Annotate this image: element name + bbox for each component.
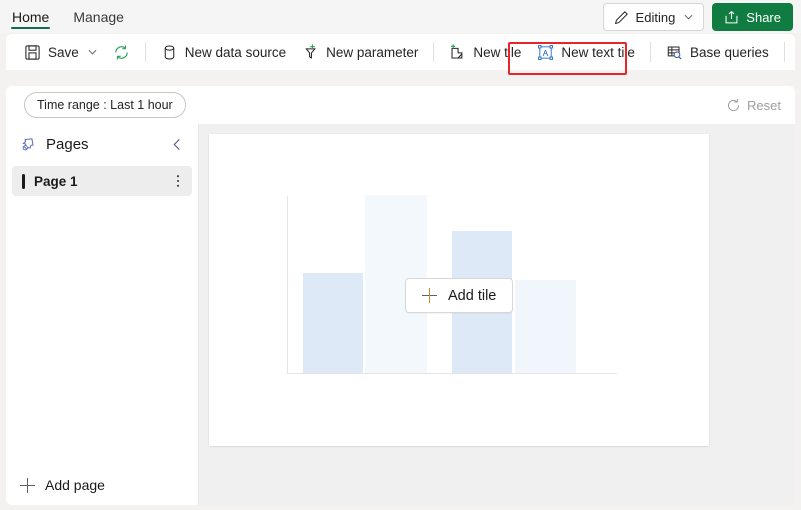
save-label: Save — [48, 44, 79, 60]
pages-header: Pages — [6, 124, 198, 164]
pages-title-wrap: Pages — [20, 136, 89, 153]
tab-home-label: Home — [12, 8, 50, 25]
save-icon — [24, 44, 41, 61]
svg-text:A: A — [543, 47, 549, 57]
text-tile-icon: A — [537, 44, 554, 61]
new-tile-icon — [449, 43, 466, 61]
new-parameter-button[interactable]: New parameter — [294, 38, 426, 66]
add-page-label: Add page — [45, 477, 105, 493]
new-data-source-button[interactable]: New data source — [153, 38, 294, 66]
new-tile-button[interactable]: New tile — [441, 38, 529, 66]
command-separator-3 — [649, 42, 651, 62]
new-text-tile-button[interactable]: A New text tile — [529, 38, 643, 66]
new-data-source-label: New data source — [184, 44, 287, 60]
reset-button[interactable]: Reset — [726, 98, 781, 113]
save-button[interactable]: Save — [16, 38, 105, 66]
reset-label: Reset — [747, 97, 781, 113]
share-button[interactable]: Share — [712, 3, 793, 31]
base-queries-icon — [666, 44, 683, 61]
filter-bar: Time range : Last 1 hour Reset — [6, 86, 795, 124]
command-separator-2 — [433, 42, 435, 62]
page-label: Page 1 — [34, 173, 78, 189]
pin-off-icon[interactable] — [20, 136, 37, 153]
refresh-button[interactable] — [105, 38, 138, 66]
time-range-filter[interactable]: Time range : Last 1 hour — [24, 92, 186, 118]
editing-label: Editing — [635, 9, 676, 25]
tab-home[interactable]: Home — [0, 0, 61, 33]
base-queries-label: Base queries — [689, 44, 769, 60]
refresh-icon — [113, 44, 130, 61]
editing-mode-button[interactable]: Editing — [602, 3, 705, 31]
page-list-item-page-1[interactable]: Page 1 — [12, 166, 192, 196]
chevron-down-icon — [684, 14, 693, 20]
chart-x-axis — [287, 373, 617, 374]
reset-icon — [726, 98, 741, 113]
new-parameter-label: New parameter — [326, 44, 419, 60]
tab-manage[interactable]: Manage — [61, 0, 136, 33]
new-text-tile-label: New text tile — [561, 44, 635, 60]
tab-manage-label: Manage — [73, 8, 124, 25]
command-bar: Save New data source New parameter New t… — [6, 34, 795, 70]
selection-indicator — [22, 173, 25, 189]
ribbon-tab-bar: Home Manage Editing Share — [0, 0, 801, 33]
add-page-button[interactable]: Add page — [20, 477, 105, 493]
funnel-add-icon — [302, 43, 319, 61]
more-vertical-icon[interactable] — [176, 174, 180, 188]
share-icon — [724, 10, 739, 25]
pages-title: Pages — [46, 135, 89, 153]
chart-bar — [515, 280, 576, 373]
plus-icon — [422, 288, 437, 303]
dashboard-body: Pages Page 1 Add page Add tile — [6, 124, 795, 505]
command-separator-1 — [144, 42, 146, 62]
plus-icon — [20, 477, 35, 493]
add-tile-button[interactable]: Add tile — [405, 278, 514, 313]
chart-bar — [303, 273, 363, 373]
empty-tile-area[interactable]: Add tile — [209, 134, 709, 446]
ribbon-actions: Editing Share — [602, 3, 793, 31]
dashboard-canvas[interactable]: Add tile — [199, 124, 795, 505]
share-label: Share — [746, 9, 781, 25]
pencil-icon — [614, 10, 629, 25]
database-icon — [161, 44, 178, 61]
pages-sidebar: Pages Page 1 Add page — [6, 124, 199, 505]
base-queries-button[interactable]: Base queries — [658, 38, 777, 66]
command-separator-4 — [783, 42, 785, 62]
add-tile-label: Add tile — [448, 287, 497, 304]
new-tile-label: New tile — [473, 44, 522, 60]
chevron-left-icon[interactable] — [171, 138, 184, 151]
time-range-label: Time range : Last 1 hour — [37, 98, 173, 112]
chart-y-axis — [287, 196, 288, 374]
chevron-down-icon — [88, 49, 97, 55]
